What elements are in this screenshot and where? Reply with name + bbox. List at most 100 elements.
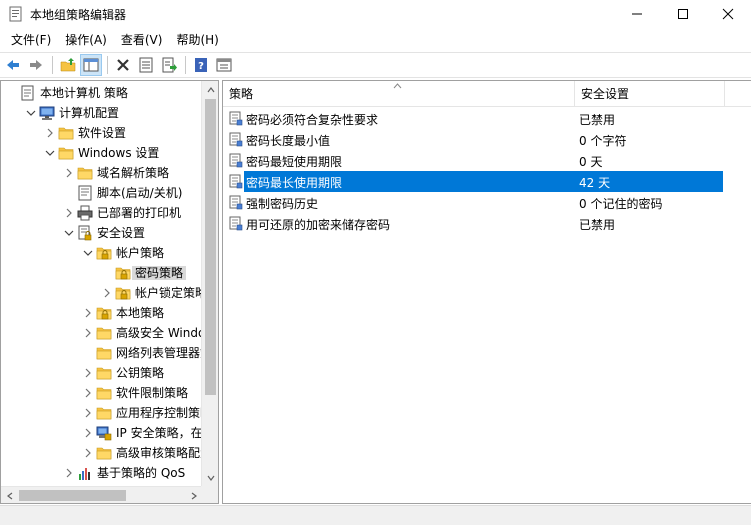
tree-node[interactable]: 帐户锁定策略 [1, 283, 207, 303]
folder-lock-icon [96, 245, 112, 261]
tree-horizontal-scrollbar[interactable] [1, 486, 202, 503]
minimize-button[interactable] [614, 0, 660, 28]
chevron-right-icon [104, 288, 110, 298]
tree-expand-toggle[interactable] [82, 407, 94, 419]
folder-icon [96, 385, 112, 401]
tree-node[interactable]: 本地计算机 策略 [1, 83, 202, 103]
policy-row[interactable]: 密码必须符合复杂性要求 已禁用 [223, 108, 751, 129]
policy-row[interactable]: 密码最长使用期限 42 天 [223, 171, 751, 192]
tree-expand-toggle[interactable] [82, 427, 94, 439]
tree-node[interactable]: 网络列表管理器策 [1, 343, 212, 363]
tree-collapse-toggle[interactable] [25, 107, 37, 119]
export-list-button[interactable] [158, 54, 180, 76]
minimize-icon [632, 13, 642, 15]
tree-expand-toggle[interactable] [101, 287, 113, 299]
properties-icon [139, 57, 153, 73]
menu-help[interactable]: 帮助(H) [169, 29, 225, 51]
tree-collapse-toggle[interactable] [44, 147, 56, 159]
tree-node[interactable]: 安全设置 [1, 223, 202, 243]
back-button[interactable] [2, 54, 24, 76]
tree-expand-toggle[interactable] [82, 307, 94, 319]
maximize-button[interactable] [660, 0, 706, 28]
scroll-up-arrow[interactable] [202, 81, 218, 98]
properties-button[interactable] [135, 54, 157, 76]
policy-row[interactable]: 密码长度最小值 0 个字符 [223, 129, 751, 150]
tree-node-label: Windows 设置 [78, 146, 160, 160]
policy-list-pane[interactable]: 策略 安全设置 密码必须符合复杂性要求 已禁用 密码长度最小值 0 个字符 密码最短使用… [222, 80, 751, 504]
close-button[interactable] [705, 0, 751, 28]
tree-collapse-toggle[interactable] [82, 247, 94, 259]
policy-setting-icon [229, 174, 243, 189]
tree-node[interactable]: 脚本(启动/关机) [1, 183, 202, 203]
up-one-level-button[interactable] [57, 54, 79, 76]
tree-node[interactable]: 本地策略 [1, 303, 202, 323]
tree-node[interactable]: IP 安全策略，在 本 [1, 423, 218, 443]
horizontal-scroll-thumb[interactable] [19, 490, 126, 501]
chevron-down-icon [45, 150, 55, 156]
folder-icon [96, 365, 112, 381]
menu-file[interactable]: 文件(F) [4, 29, 58, 51]
tree-node-label: 软件设置 [78, 126, 127, 140]
tree-node[interactable]: 已部署的打印机 [1, 203, 202, 223]
tree-node[interactable]: 软件限制策略 [1, 383, 202, 403]
policy-security-setting: 0 个记住的密码 [579, 197, 663, 211]
chevron-right-icon [85, 308, 91, 318]
tree-collapse-toggle[interactable] [63, 227, 75, 239]
tree-node[interactable]: 软件设置 [1, 123, 202, 143]
tree-expand-toggle[interactable] [82, 387, 94, 399]
script-icon [77, 185, 93, 201]
view-button[interactable] [213, 54, 235, 76]
tree-expand-toggle[interactable] [63, 167, 75, 179]
title-bar: 本地组策略编辑器 [0, 0, 751, 28]
tree-node[interactable]: 公钥策略 [1, 363, 202, 383]
tree-expand-toggle[interactable] [44, 127, 56, 139]
tree-expand-toggle[interactable] [63, 467, 75, 479]
vertical-scroll-thumb[interactable] [205, 99, 216, 395]
tree-node[interactable]: 高级审核策略配置 [1, 443, 212, 463]
chevron-right-icon [66, 208, 72, 218]
tree-node-label: 网络列表管理器策 [116, 346, 213, 360]
menu-view[interactable]: 查看(V) [114, 29, 170, 51]
folder-lock-icon [115, 265, 131, 281]
tree-expand-toggle[interactable] [63, 207, 75, 219]
tree-node[interactable]: 应用程序控制策略 [1, 403, 212, 423]
scroll-down-arrow[interactable] [202, 469, 218, 486]
help-button[interactable]: ? [190, 54, 212, 76]
toolbar-separator [107, 56, 108, 74]
scroll-left-arrow[interactable] [1, 487, 18, 503]
menu-action[interactable]: 操作(A) [58, 29, 114, 51]
chevron-right-icon [47, 128, 53, 138]
folder-icon [96, 405, 112, 421]
tree-node-label: 软件限制策略 [116, 386, 189, 400]
policy-row[interactable]: 密码最短使用期限 0 天 [223, 150, 751, 171]
tree-node-label: 计算机配置 [59, 106, 120, 120]
chevron-right-icon [85, 388, 91, 398]
chevron-right-icon [85, 448, 91, 458]
back-arrow-icon [7, 60, 19, 70]
tree-node[interactable]: 计算机配置 [1, 103, 202, 123]
column-header-security-setting[interactable]: 安全设置 [575, 81, 725, 107]
forward-button[interactable] [25, 54, 47, 76]
tree-node[interactable]: 高级安全 Window [1, 323, 215, 343]
policy-row[interactable]: 用可还原的加密来储存密码 已禁用 [223, 213, 751, 234]
show-hide-console-tree-button[interactable] [80, 54, 102, 76]
tree-node[interactable]: 域名解析策略 [1, 163, 202, 183]
forward-arrow-icon [30, 60, 42, 70]
maximize-icon [678, 9, 688, 19]
tree-node[interactable]: 基于策略的 QoS [1, 463, 202, 483]
console-tree-pane[interactable]: 本地计算机 策略计算机配置软件设置 Windows 设置域名解析策略 脚本(启动/关… [0, 80, 219, 504]
tree-vertical-scrollbar[interactable] [201, 81, 218, 486]
tree-node[interactable]: 帐户策略 [1, 243, 202, 263]
scroll-right-arrow[interactable] [185, 487, 202, 503]
policy-row[interactable]: 强制密码历史 0 个记住的密码 [223, 192, 751, 213]
qos-chart-icon [77, 465, 93, 481]
tree-node[interactable]: 密码策略 [1, 263, 202, 283]
tree-expand-toggle[interactable] [82, 447, 94, 459]
help-icon: ? [195, 58, 207, 72]
delete-button[interactable] [112, 54, 134, 76]
show-hide-tree-icon [83, 58, 99, 72]
tree-expand-toggle[interactable] [82, 367, 94, 379]
folder-lock-icon [96, 305, 112, 321]
tree-node[interactable]: Windows 设置 [1, 143, 202, 163]
tree-expand-toggle[interactable] [82, 327, 94, 339]
